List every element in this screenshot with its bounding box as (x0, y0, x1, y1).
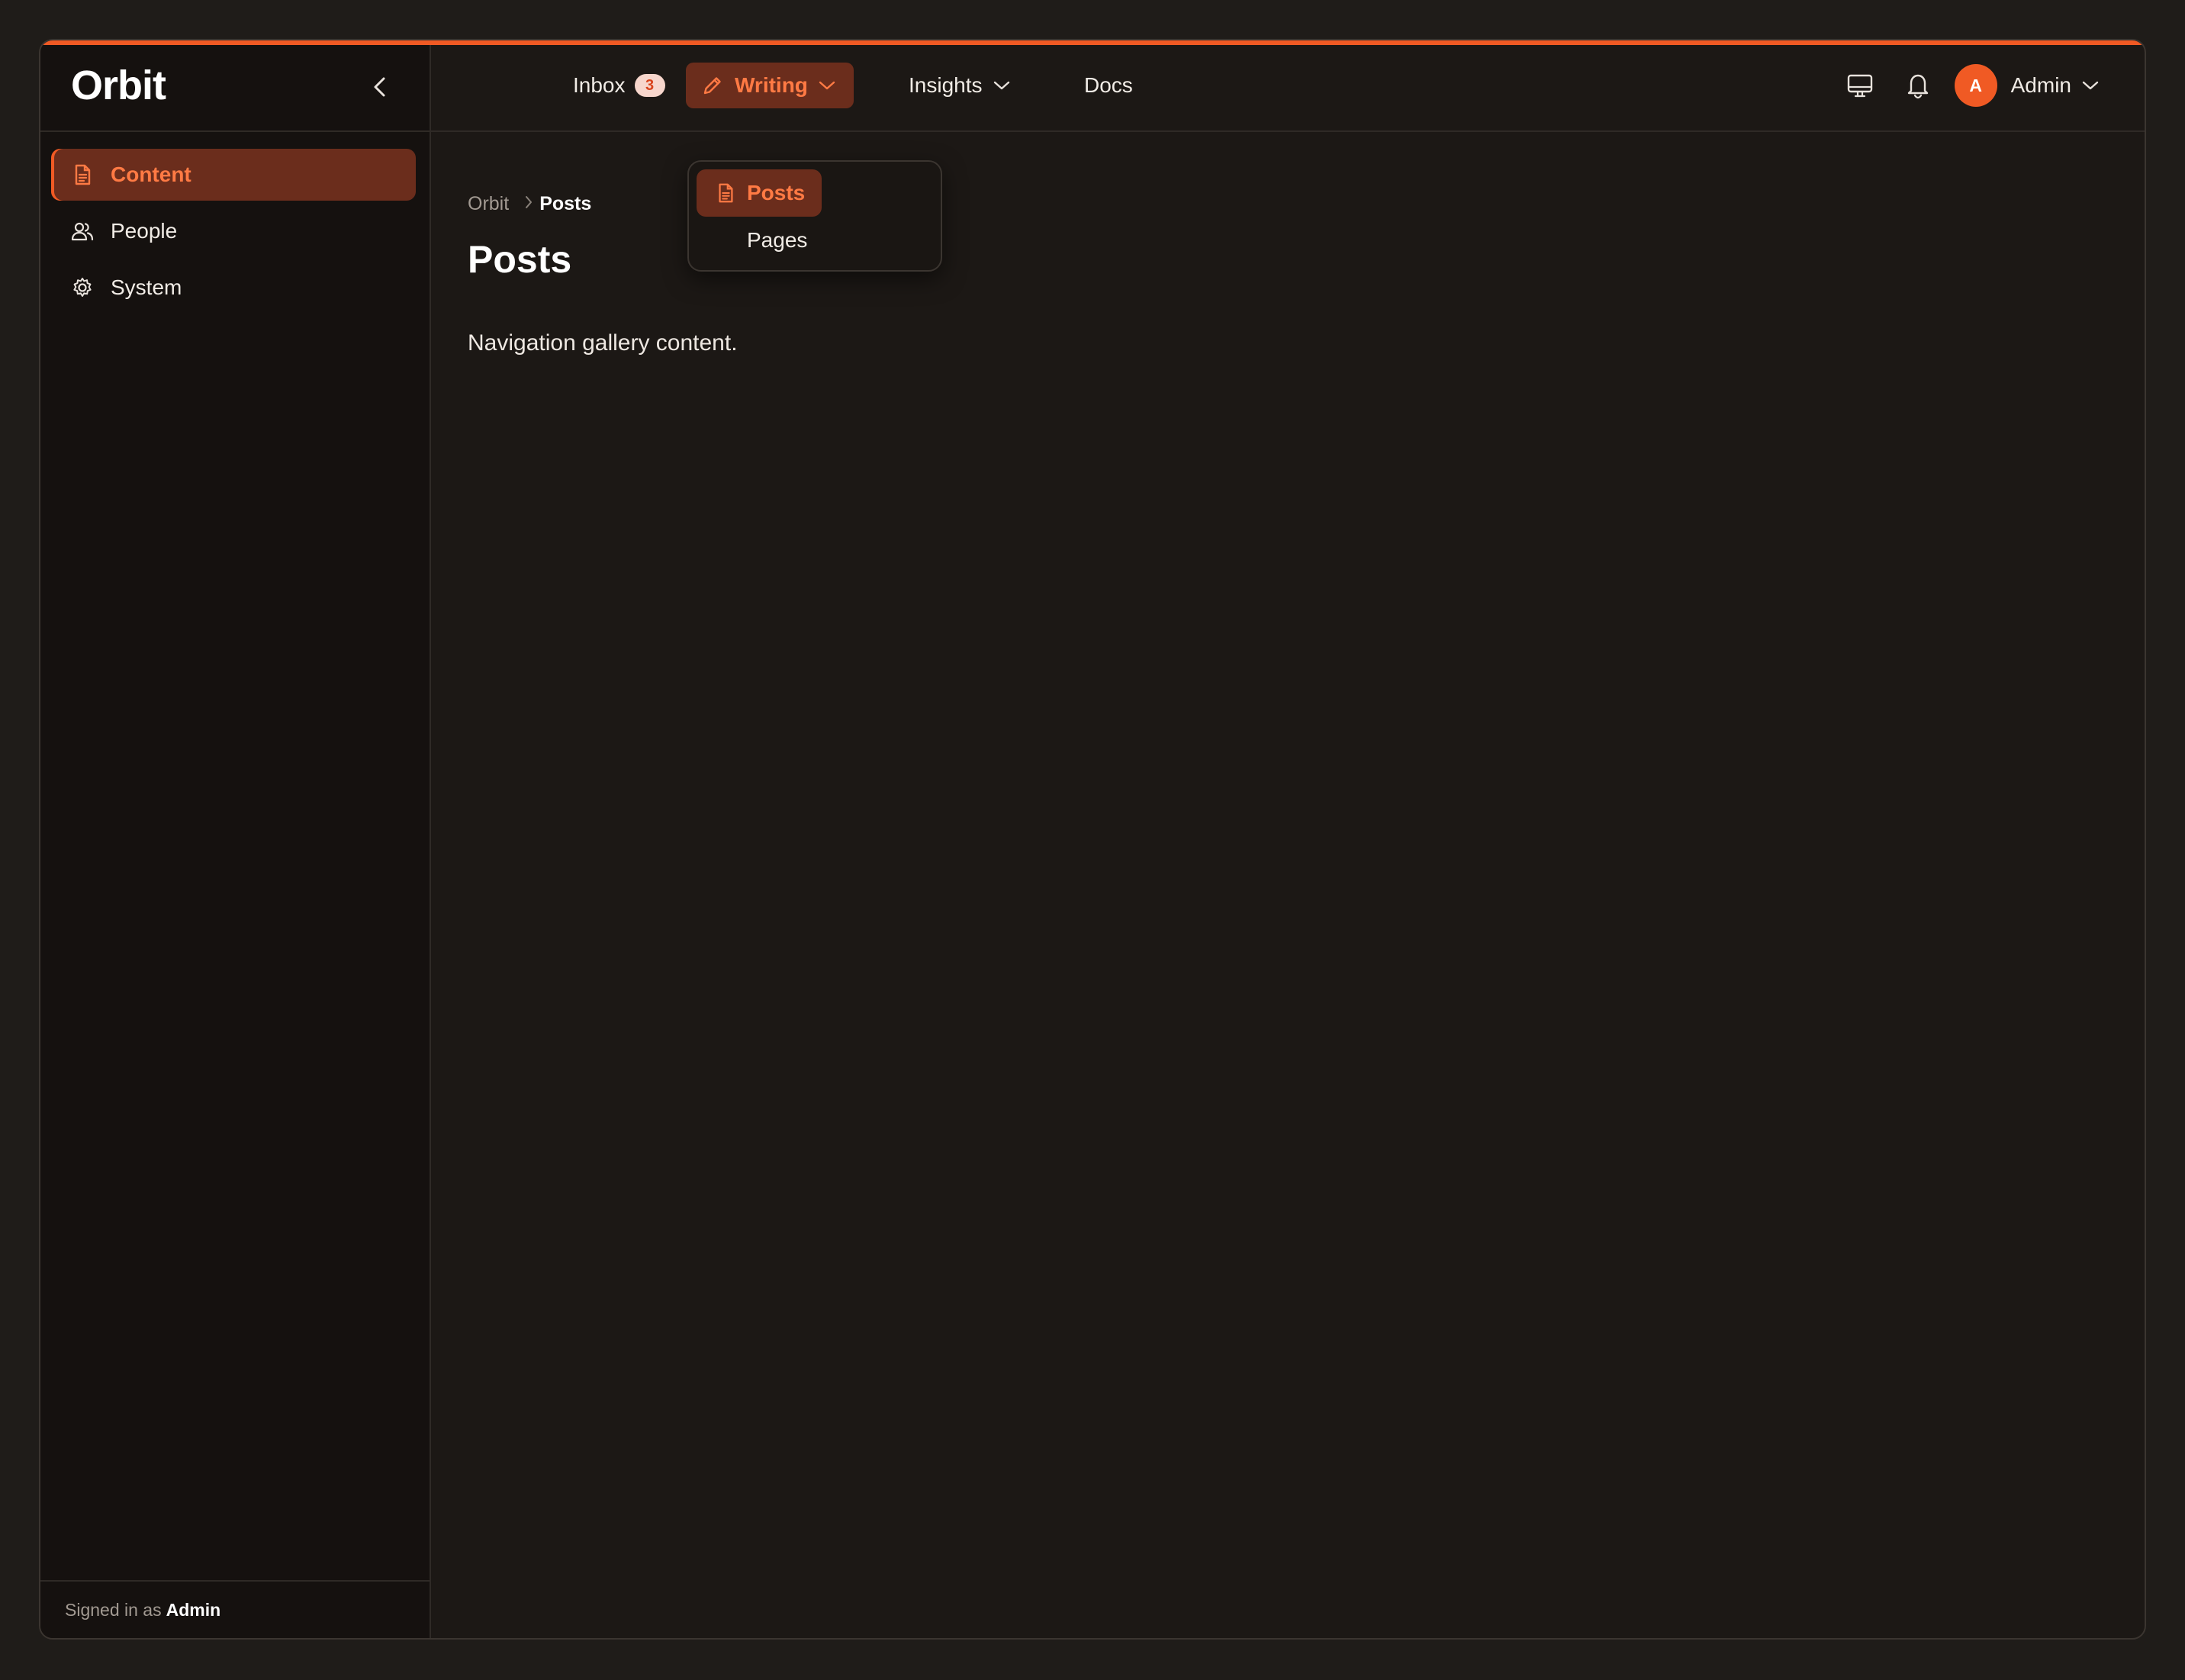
nav-docs[interactable]: Docs (1084, 63, 1133, 108)
sidebar-item-content[interactable]: Content (51, 149, 416, 201)
pencil-icon (701, 74, 724, 97)
menu-item-posts[interactable]: Posts (697, 169, 822, 217)
chevron-down-icon (819, 80, 835, 91)
top-nav-bar: Inbox 3 Writing Insights Docs A Admin (431, 45, 2145, 132)
file-text-icon (71, 163, 94, 186)
avatar: A (1954, 64, 1997, 107)
user-menu[interactable]: A Admin (1954, 64, 2099, 107)
inbox-count-badge: 3 (634, 74, 665, 97)
page-body-text: Navigation gallery content. (468, 330, 738, 356)
signed-in-status: Signed in as Admin (40, 1580, 430, 1638)
bell-icon (1907, 74, 1928, 99)
nav-inbox[interactable]: Inbox 3 (573, 63, 665, 108)
nav-insights-label: Insights (909, 73, 983, 97)
notifications-button[interactable] (1897, 64, 1939, 107)
breadcrumb-current: Posts (539, 193, 592, 214)
signed-in-user: Admin (166, 1599, 221, 1620)
menu-item-label: Posts (747, 181, 806, 204)
sidebar-item-label: System (111, 275, 182, 299)
collapse-sidebar-button[interactable] (361, 68, 399, 106)
main-content: Orbit Posts Posts Navigation gallery con… (431, 134, 2145, 1638)
header-tools: A Admin (1839, 63, 2099, 108)
display-toggle-button[interactable] (1839, 64, 1881, 107)
sidebar: Orbit Content People System Signed in as… (40, 45, 431, 1638)
file-text-icon (715, 182, 736, 204)
signed-in-prefix: Signed in as (65, 1599, 162, 1620)
sidebar-item-label: People (111, 219, 178, 243)
chevron-down-icon (993, 80, 1010, 91)
chevron-left-icon (374, 77, 385, 97)
nav-docs-label: Docs (1084, 73, 1133, 97)
sidebar-item-people[interactable]: People (51, 205, 416, 257)
gear-icon (71, 276, 94, 299)
breadcrumb-link-orbit[interactable]: Orbit (468, 193, 509, 215)
menu-item-pages[interactable]: Pages (697, 217, 824, 264)
monitor-icon (1847, 74, 1872, 98)
sidebar-nav: Content People System (51, 149, 416, 318)
chevron-down-icon (2082, 80, 2099, 91)
nav-writing-label: Writing (735, 73, 808, 97)
sidebar-item-label: Content (111, 163, 191, 186)
writing-dropdown-menu: Posts Pages (687, 160, 942, 272)
sidebar-header: Orbit (40, 45, 430, 132)
breadcrumb-separator-icon (524, 195, 533, 214)
nav-inbox-label: Inbox (573, 73, 626, 97)
sidebar-item-system[interactable]: System (51, 262, 416, 314)
user-name: Admin (2010, 73, 2071, 97)
nav-insights[interactable]: Insights (909, 63, 1010, 108)
nav-writing[interactable]: Writing (686, 63, 854, 108)
breadcrumb: Orbit Posts (468, 193, 591, 215)
app-window: Orbit Content People System Signed in as… (39, 39, 2146, 1640)
menu-item-label: Pages (747, 228, 808, 252)
users-icon (71, 220, 94, 243)
page-title: Posts (468, 238, 572, 281)
logo: Orbit (71, 63, 166, 108)
